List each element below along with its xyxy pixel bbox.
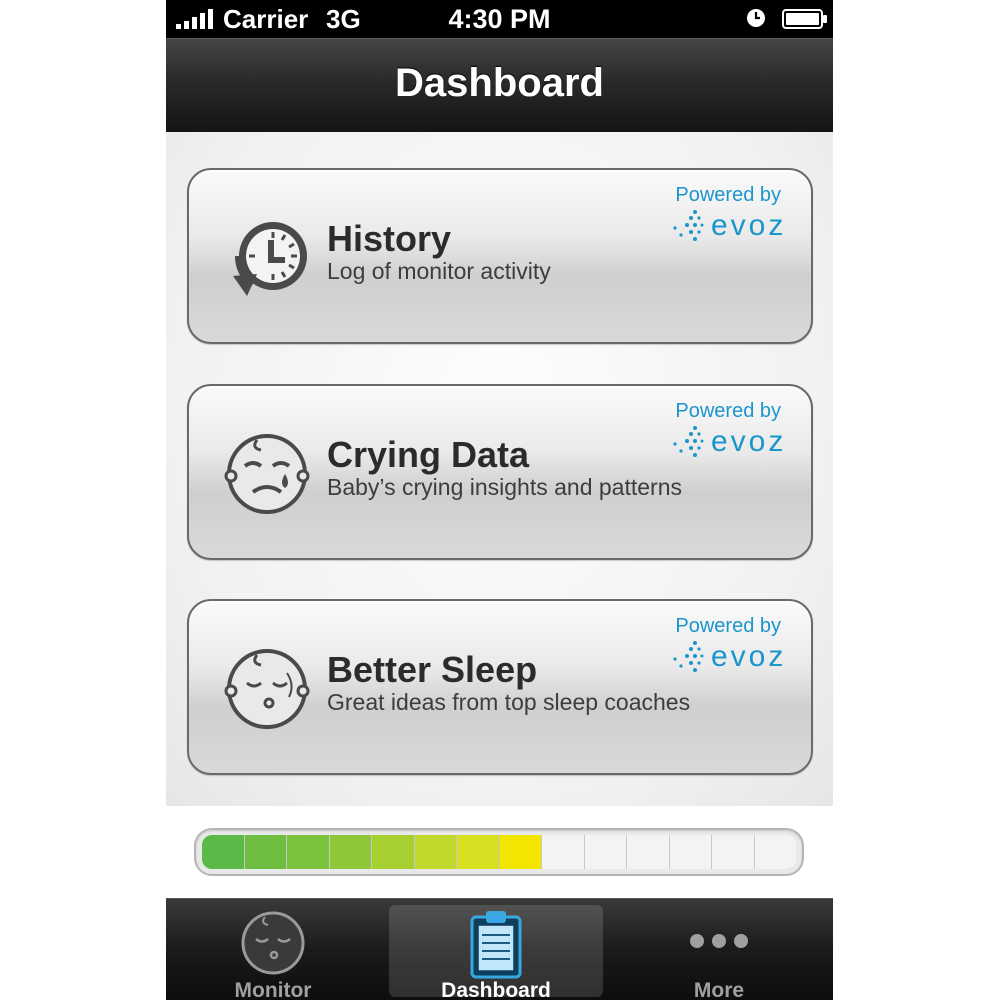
card-title: Better Sleep <box>327 649 538 690</box>
crying-baby-icon <box>224 434 310 514</box>
card-subtitle: Baby’s crying insights and patterns <box>327 474 682 500</box>
level-segment-filled <box>372 835 415 869</box>
level-segment-empty <box>754 835 796 869</box>
clipboard-icon <box>470 911 522 979</box>
more-dots-icon <box>690 934 748 948</box>
tab-monitor[interactable]: Monitor <box>166 905 380 1000</box>
tab-bar: Monitor Dashboard More <box>166 898 833 1000</box>
tab-label: Dashboard <box>441 979 551 1000</box>
evoz-brand: evoz <box>711 209 787 242</box>
tab-label: Monitor <box>234 979 312 1000</box>
level-segment-empty <box>584 835 627 869</box>
evoz-logo: evoz <box>669 424 801 460</box>
phone-screen: Carrier 3G 4:30 PM Dashboard History Log… <box>166 0 833 1000</box>
card-title: Crying Data <box>327 434 530 475</box>
battery-icon <box>782 9 827 29</box>
powered-by-label: Powered by <box>675 400 781 422</box>
baby-face-icon <box>241 911 305 975</box>
evoz-dots-icon <box>673 426 704 457</box>
card-title: History <box>327 218 452 259</box>
clock-history-icon <box>233 222 307 296</box>
alarm-clock-icon <box>747 9 765 27</box>
evoz-logo: evoz <box>669 208 801 244</box>
sleeping-baby-icon <box>224 649 310 729</box>
tab-more[interactable]: More <box>612 905 826 1000</box>
level-segment-filled <box>414 835 457 869</box>
card-subtitle: Great ideas from top sleep coaches <box>327 689 691 715</box>
status-time: 4:30 PM <box>448 4 551 34</box>
powered-by-label: Powered by <box>675 184 781 206</box>
better-sleep-card[interactable]: Better Sleep Great ideas from top sleep … <box>187 599 813 775</box>
powered-by-label: Powered by <box>675 615 781 637</box>
level-segment-filled <box>499 835 542 869</box>
level-segment-empty <box>669 835 712 869</box>
level-segment-empty <box>542 835 585 869</box>
sound-level-meter <box>194 828 804 876</box>
evoz-brand: evoz <box>711 425 787 458</box>
evoz-brand: evoz <box>711 640 787 673</box>
tab-label: More <box>693 979 745 1000</box>
navigation-bar: Dashboard <box>166 38 833 132</box>
evoz-dots-icon <box>673 641 704 672</box>
level-segments <box>202 835 796 869</box>
level-segment-empty <box>627 835 670 869</box>
evoz-dots-icon <box>673 210 704 241</box>
tab-dashboard[interactable]: Dashboard <box>389 905 603 1000</box>
crying-data-card[interactable]: Crying Data Baby’s crying insights and p… <box>187 384 813 560</box>
history-card[interactable]: History Log of monitor activity Powered … <box>187 168 813 344</box>
level-segment-filled <box>202 835 245 869</box>
level-segment-filled <box>287 835 330 869</box>
level-segment-filled <box>244 835 287 869</box>
level-segment-filled <box>329 835 372 869</box>
page-title: Dashboard <box>395 61 604 105</box>
sound-level-area <box>166 806 833 898</box>
dashboard-content: History Log of monitor activity Powered … <box>166 132 833 806</box>
card-subtitle: Log of monitor activity <box>327 258 551 284</box>
level-segment-empty <box>712 835 755 869</box>
evoz-logo: evoz <box>669 639 801 675</box>
level-segment-filled <box>457 835 500 869</box>
status-bar: Carrier 3G 4:30 PM <box>166 0 833 38</box>
